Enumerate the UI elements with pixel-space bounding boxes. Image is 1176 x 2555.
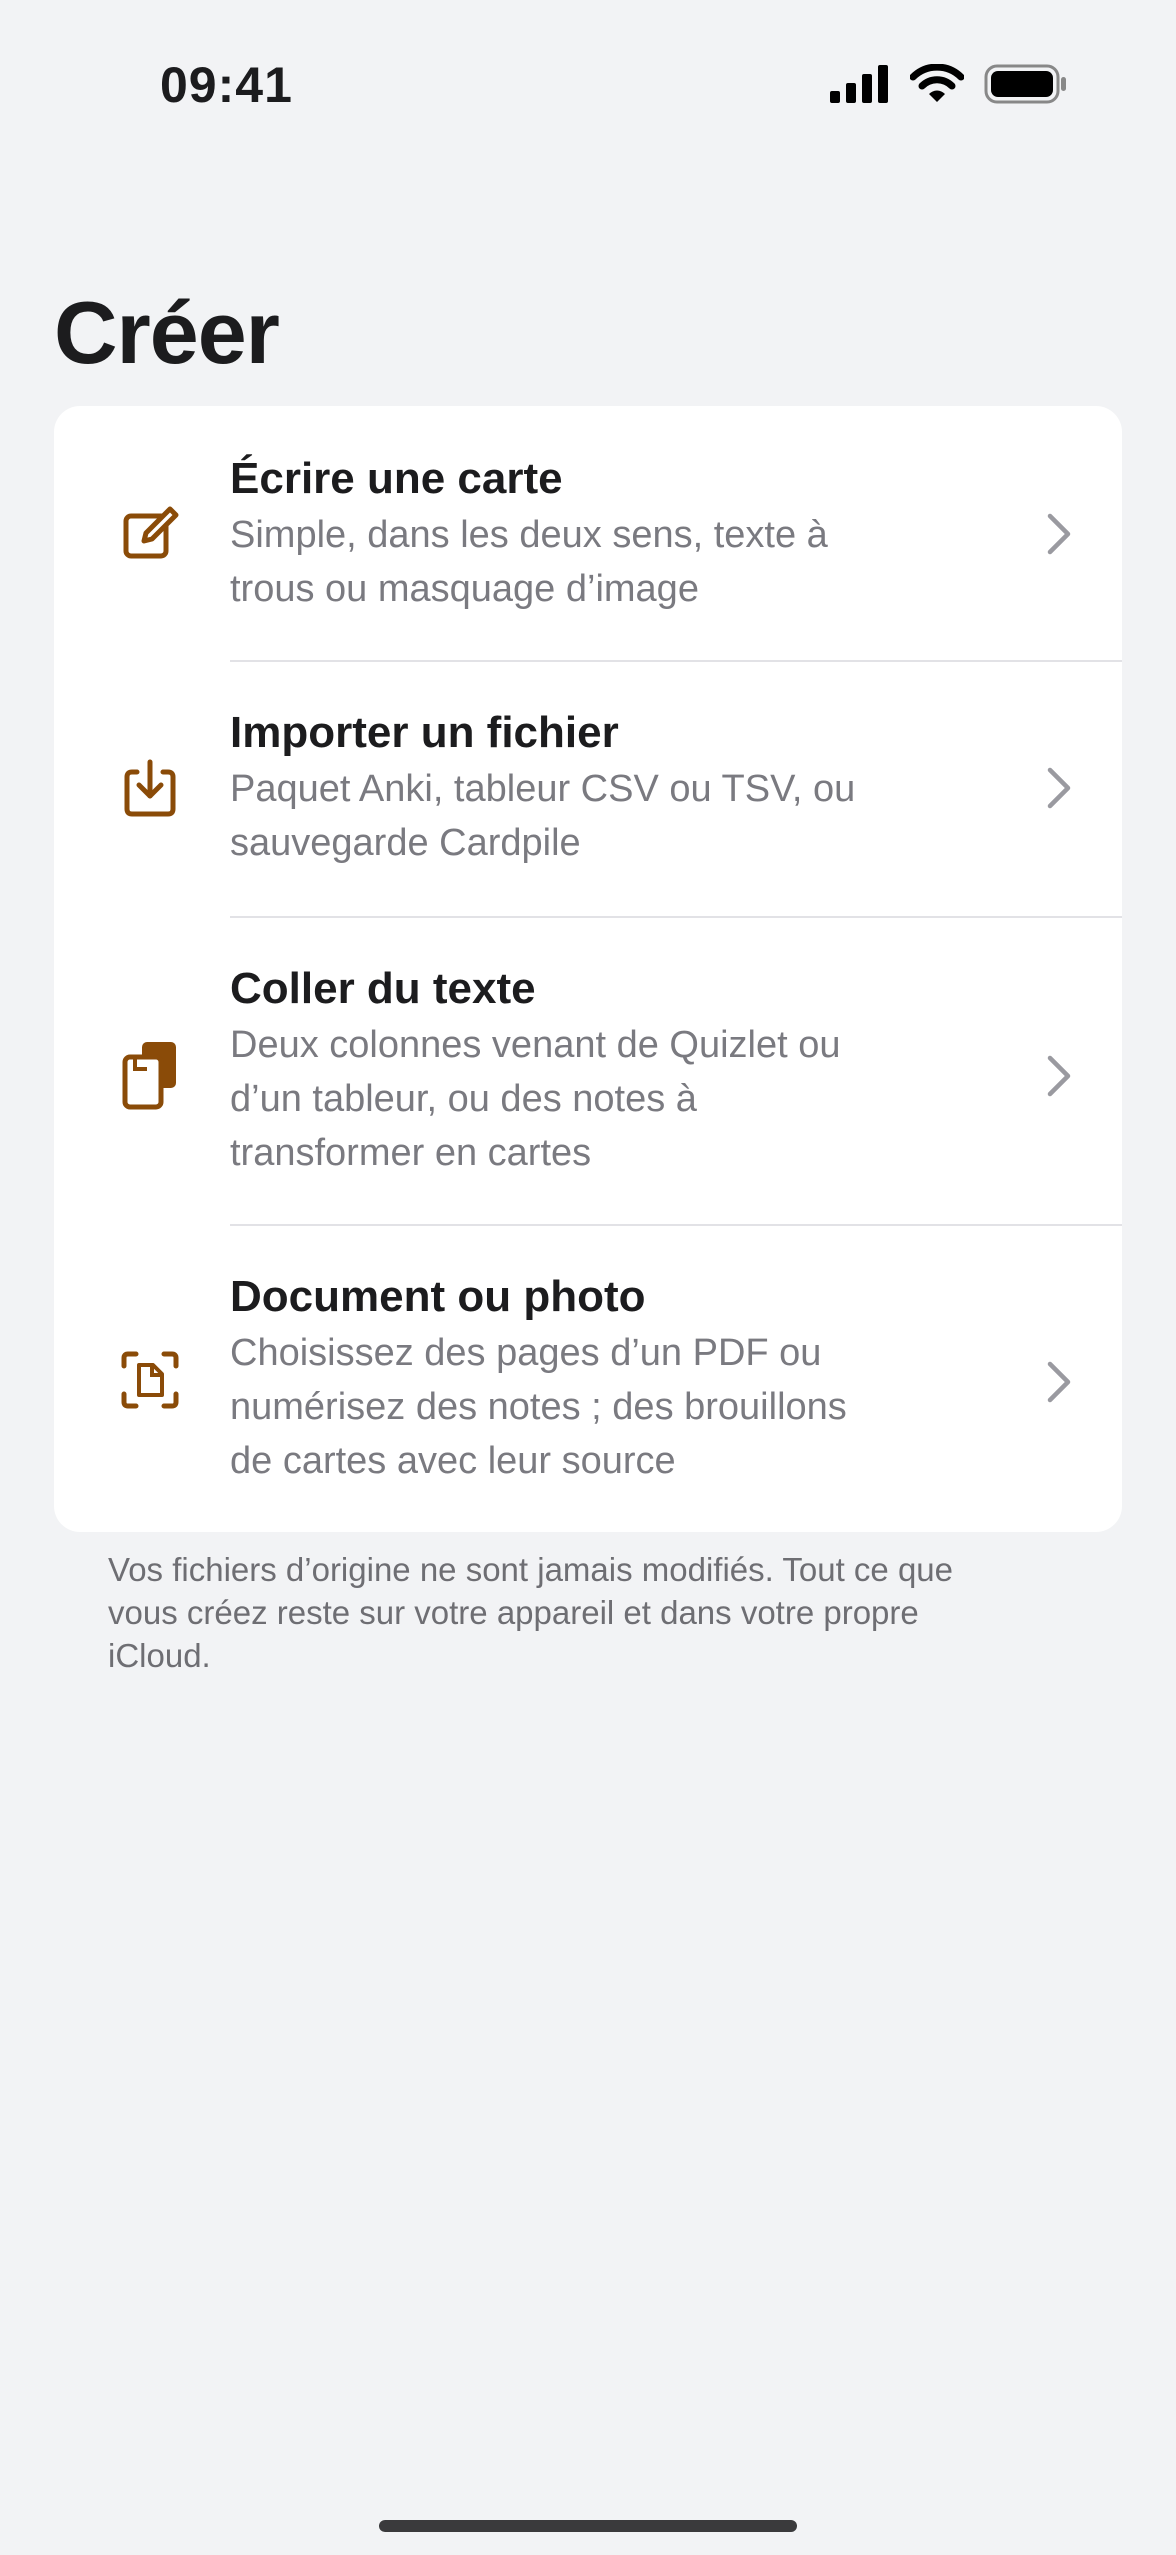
compose-pencil-icon	[123, 506, 179, 559]
option-subtitle-line: transformer en cartes	[230, 1132, 592, 1174]
document-scan-icon	[121, 1351, 179, 1409]
status-bar: 09:41	[0, 0, 1176, 170]
footer-note: Vos fichiers d’origine ne sont jamais mo…	[108, 1548, 1068, 1677]
option-title: Coller du texte	[230, 964, 536, 1013]
option-text: Importer un fichier Paquet Anki, tableur…	[230, 704, 980, 870]
cellular-signal-icon	[830, 65, 888, 103]
option-title: Document ou photo	[230, 1272, 646, 1321]
create-options-list: Écrire une carte Simple, dans les deux s…	[54, 406, 1122, 1532]
option-text: Coller du texte Deux colonnes venant de …	[230, 960, 980, 1180]
option-subtitle-line: sauvegarde Cardpile	[230, 822, 581, 864]
option-subtitle-line: trous ou masquage d’image	[230, 568, 699, 610]
chevron-right-icon	[1047, 513, 1071, 555]
paste-clipboard-icon	[122, 1042, 176, 1110]
wifi-icon	[910, 64, 964, 102]
option-subtitle-line: Simple, dans les deux sens, texte à	[230, 514, 828, 556]
import-tray-arrow-icon	[124, 759, 176, 817]
battery-icon	[984, 64, 1066, 104]
option-subtitle-line: Deux colonnes venant de Quizlet ou	[230, 1024, 841, 1066]
chevron-right-icon	[1047, 1055, 1071, 1097]
footer-note-line: Vos fichiers d’origine ne sont jamais mo…	[108, 1551, 954, 1588]
footer-note-line: iCloud.	[108, 1637, 211, 1674]
option-subtitle-line: Paquet Anki, tableur CSV ou TSV, ou	[230, 768, 856, 810]
chevron-right-icon	[1047, 767, 1071, 809]
chevron-right-icon	[1047, 1361, 1071, 1403]
option-title: Écrire une carte	[230, 454, 563, 503]
home-indicator[interactable]	[379, 2520, 797, 2532]
option-subtitle-line: numérisez des notes ; des brouillons	[230, 1386, 847, 1428]
option-subtitle-line: d’un tableur, ou des notes à	[230, 1078, 697, 1120]
status-icons	[830, 64, 1068, 104]
option-text: Écrire une carte Simple, dans les deux s…	[230, 450, 980, 616]
status-time: 09:41	[160, 57, 293, 113]
page-title: Créer	[54, 283, 280, 382]
option-import-file[interactable]: Importer un fichier Paquet Anki, tableur…	[54, 662, 1122, 916]
option-write-card[interactable]: Écrire une carte Simple, dans les deux s…	[54, 406, 1122, 660]
option-document-photo[interactable]: Document ou photo Choisissez des pages d…	[54, 1226, 1122, 1532]
option-subtitle-line: de cartes avec leur source	[230, 1440, 676, 1482]
footer-note-line: vous créez reste sur votre appareil et d…	[108, 1594, 919, 1631]
option-paste-text[interactable]: Coller du texte Deux colonnes venant de …	[54, 918, 1122, 1224]
option-text: Document ou photo Choisissez des pages d…	[230, 1268, 980, 1488]
option-title: Importer un fichier	[230, 708, 619, 757]
option-subtitle-line: Choisissez des pages d’un PDF ou	[230, 1332, 822, 1374]
